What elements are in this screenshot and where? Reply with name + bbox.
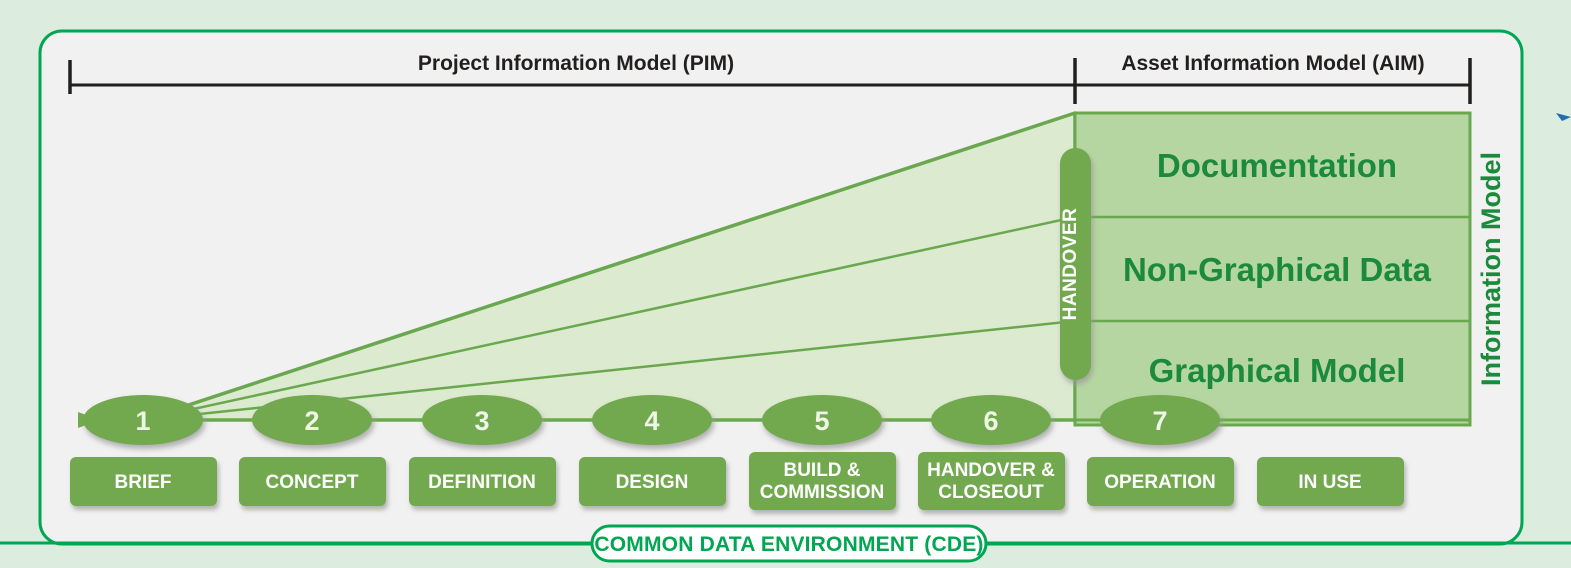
diagram-canvas: Project Information Model (PIM) Asset In… [0, 0, 1571, 568]
stage-marker[interactable]: 2 [252, 395, 372, 445]
stage-label-box-concept[interactable]: CONCEPT [239, 457, 386, 506]
stage-label-text: CONCEPT [266, 472, 359, 493]
stage-label-text: DEFINITION [428, 472, 536, 493]
information-model-side-label: Information Model [1476, 152, 1506, 386]
stage-label-text: BRIEF [115, 472, 172, 493]
cde-label: COMMON DATA ENVIRONMENT (CDE) [594, 533, 983, 556]
stage-number: 1 [135, 406, 150, 436]
stage-number: 3 [474, 406, 489, 436]
stage-marker[interactable]: 5 [762, 395, 882, 445]
stage-marker[interactable]: 1 [83, 395, 203, 445]
stage-label-text: DESIGN [616, 472, 689, 493]
stage-label-text: IN USE [1298, 472, 1361, 493]
stage-label-text: OPERATION [1104, 472, 1216, 493]
stage-marker[interactable]: 7 [1100, 395, 1220, 445]
stage-number: 5 [814, 406, 829, 436]
stage-number: 6 [983, 406, 998, 436]
pim-title: Project Information Model (PIM) [418, 52, 734, 75]
information-model-block: Documentation Non-Graphical Data Graphic… [1073, 111, 1472, 427]
stage-label-box-build-commission[interactable]: BUILD & COMMISSION [749, 452, 896, 510]
im-layer-non-graphical-data: Non-Graphical Data [1123, 251, 1432, 288]
stage-number: 2 [304, 406, 319, 436]
stage-label-box-in-use[interactable]: IN USE [1257, 457, 1404, 506]
im-layer-graphical-model: Graphical Model [1149, 352, 1406, 389]
stage-number: 4 [644, 406, 659, 436]
bim-lifecycle-diagram: Project Information Model (PIM) Asset In… [0, 0, 1571, 568]
stage-label-box-handover-closeout[interactable]: HANDOVER & CLOSEOUT [918, 452, 1065, 510]
stage-marker[interactable]: 3 [422, 395, 542, 445]
im-layer-documentation: Documentation [1157, 147, 1397, 184]
stage-marker[interactable]: 4 [592, 395, 712, 445]
stage-label-box-design[interactable]: DESIGN [579, 457, 726, 506]
handover-label: HANDOVER [1060, 208, 1081, 321]
stage-label-box-brief[interactable]: BRIEF [70, 457, 217, 506]
stage-label-text: HANDOVER & CLOSEOUT [927, 460, 1055, 503]
stage-label-box-operation[interactable]: OPERATION [1087, 457, 1234, 506]
stage-marker[interactable]: 6 [931, 395, 1051, 445]
stage-label-box-definition[interactable]: DEFINITION [409, 457, 556, 506]
stage-number: 7 [1152, 406, 1167, 436]
aim-title: Asset Information Model (AIM) [1121, 52, 1424, 75]
